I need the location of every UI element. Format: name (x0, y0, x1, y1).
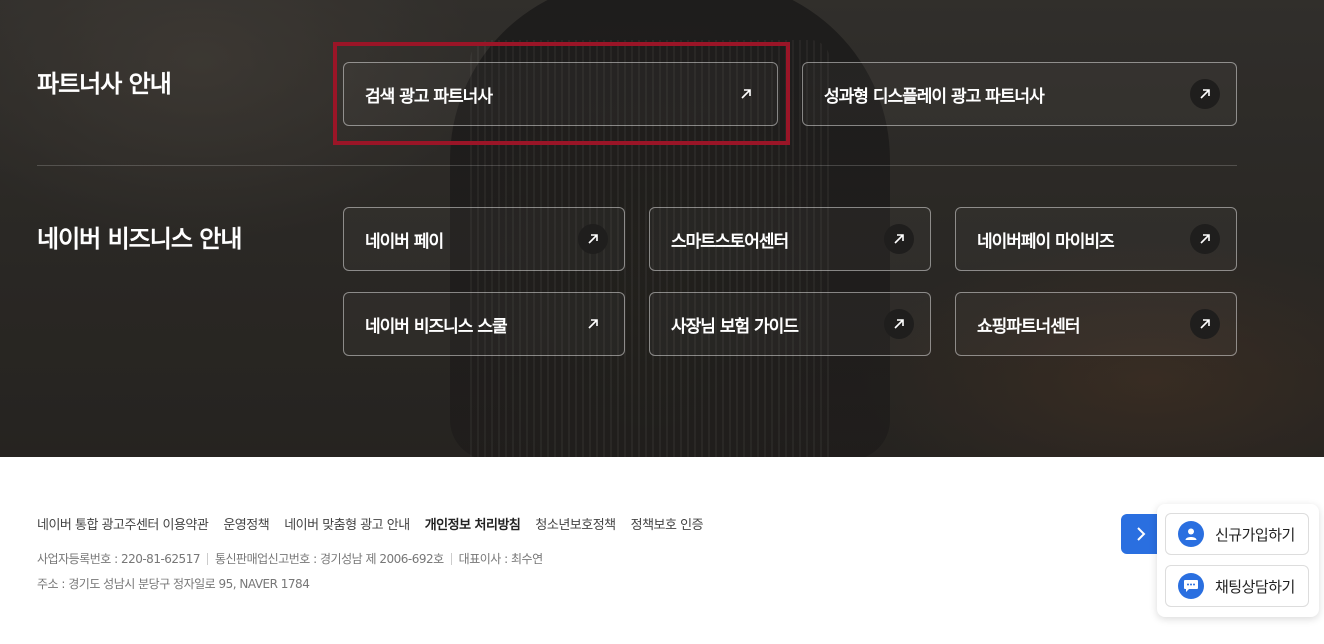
footer-links: 네이버 통합 광고주센터 이용약관 운영정책 네이버 맞춤형 광고 안내 개인정… (37, 514, 718, 533)
partners-section-title: 파트너사 안내 (37, 70, 172, 98)
privacy-policy-link[interactable]: 개인정보 처리방침 (425, 514, 521, 533)
mail-order-number: 통신판매업신고번호 : 경기성남 제 2006-692호 (214, 552, 444, 566)
smartstore-center-card[interactable]: 스마트스토어센터 (649, 207, 931, 271)
signup-label: 신규가입하기 (1215, 525, 1295, 544)
company-info-line: 사업자등록번호 : 220-81-62517 통신판매업신고번호 : 경기성남 … (37, 550, 543, 567)
business-section-title: 네이버 비즈니스 안내 (37, 225, 242, 253)
card-label: 네이버페이 마이비즈 (977, 231, 1115, 252)
card-label: 쇼핑파트너센터 (977, 316, 1080, 337)
arrow-up-right-icon (578, 309, 608, 339)
card-label: 네이버 페이 (365, 231, 444, 252)
chat-consult-label: 채팅상담하기 (1215, 577, 1295, 596)
owner-insurance-guide-card[interactable]: 사장님 보험 가이드 (649, 292, 931, 356)
display-ad-partner-card[interactable]: 성과형 디스플레이 광고 파트너사 (802, 62, 1237, 126)
hero-section: 파트너사 안내 검색 광고 파트너사 성과형 디스플레이 광고 파트너사 네이버… (0, 0, 1324, 457)
terms-link[interactable]: 네이버 통합 광고주센터 이용약관 (37, 514, 209, 533)
ceo-name: 대표이사 : 최수연 (458, 552, 543, 566)
naverpay-mybiz-card[interactable]: 네이버페이 마이비즈 (955, 207, 1237, 271)
naver-pay-card[interactable]: 네이버 페이 (343, 207, 625, 271)
card-label: 성과형 디스플레이 광고 파트너사 (824, 86, 1045, 107)
arrow-up-right-icon (884, 224, 914, 254)
highlight-box (333, 42, 790, 145)
arrow-up-right-icon (578, 224, 608, 254)
chat-consult-button[interactable]: 채팅상담하기 (1165, 565, 1309, 607)
floating-toggle-button[interactable] (1121, 514, 1161, 554)
arrow-up-right-icon (1190, 309, 1220, 339)
arrow-up-right-icon (1190, 224, 1220, 254)
youth-protection-link[interactable]: 청소년보호정책 (535, 514, 616, 533)
signup-button[interactable]: 신규가입하기 (1165, 513, 1309, 555)
address-line: 주소 : 경기도 성남시 분당구 정자일로 95, NAVER 1784 (37, 575, 310, 592)
card-label: 사장님 보험 가이드 (671, 316, 799, 337)
arrow-up-right-icon (884, 309, 914, 339)
chat-bubble-icon (1178, 573, 1204, 599)
chevron-right-icon (1137, 527, 1146, 541)
policy-certification-link[interactable]: 정책보호 인증 (631, 514, 704, 533)
shopping-partner-center-card[interactable]: 쇼핑파트너센터 (955, 292, 1237, 356)
arrow-up-right-icon (1190, 79, 1220, 109)
naver-business-school-card[interactable]: 네이버 비즈니스 스쿨 (343, 292, 625, 356)
operation-policy-link[interactable]: 운영정책 (223, 514, 269, 533)
separator (206, 552, 208, 565)
separator (450, 552, 452, 565)
card-label: 네이버 비즈니스 스쿨 (365, 316, 508, 337)
user-icon (1178, 521, 1204, 547)
custom-ad-info-link[interactable]: 네이버 맞춤형 광고 안내 (284, 514, 410, 533)
floating-panel: 신규가입하기 채팅상담하기 (1157, 504, 1319, 617)
business-registration-number: 사업자등록번호 : 220-81-62517 (37, 552, 200, 566)
company-address: 주소 : 경기도 성남시 분당구 정자일로 95, NAVER 1784 (37, 577, 310, 591)
section-divider (37, 165, 1237, 166)
card-label: 스마트스토어센터 (671, 231, 789, 252)
